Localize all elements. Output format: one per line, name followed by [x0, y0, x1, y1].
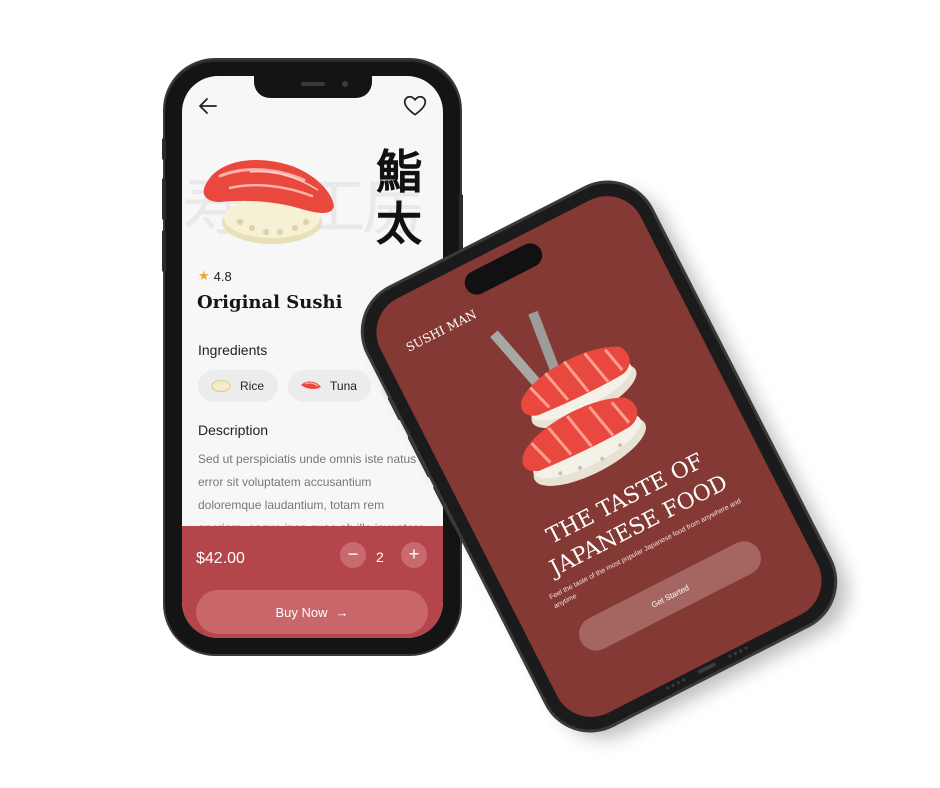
- phone-side-button: [162, 230, 166, 272]
- rating: ★ 4.8: [198, 268, 232, 284]
- rice-icon: [211, 380, 231, 392]
- quantity-value: 2: [376, 549, 384, 565]
- decrease-quantity-button[interactable]: −: [340, 542, 366, 568]
- ingredient-chip-tuna[interactable]: Tuna: [288, 370, 371, 402]
- tuna-icon: [301, 381, 322, 390]
- product-title: Original Sushi: [197, 292, 343, 313]
- star-icon: ★: [198, 268, 210, 283]
- phone-side-button: [162, 178, 166, 220]
- rating-value: 4.8: [213, 268, 232, 284]
- dynamic-island: [460, 239, 547, 299]
- increase-quantity-button[interactable]: +: [401, 542, 427, 568]
- kanji-title: 鮨 太: [376, 145, 422, 251]
- heart-icon[interactable]: [402, 93, 428, 119]
- buy-now-button[interactable]: Buy Now →: [196, 590, 428, 634]
- front-camera: [342, 81, 348, 87]
- ingredients-heading: Ingredients: [198, 342, 268, 358]
- ingredient-name: Rice: [240, 379, 265, 393]
- back-arrow-icon[interactable]: [196, 94, 220, 118]
- phone-side-button: [162, 138, 166, 160]
- sushi-image: [203, 160, 334, 244]
- notch: [254, 76, 372, 98]
- buy-now-label: Buy Now: [275, 604, 328, 620]
- description-heading: Description: [198, 422, 269, 438]
- speaker: [301, 82, 325, 86]
- landing-screen: SUSHI MAN THE TASTE OF JAPANESE FOOD Fee…: [363, 183, 835, 730]
- ingredient-chip-rice[interactable]: Rice: [198, 370, 279, 402]
- ingredient-name: Tuna: [330, 379, 357, 393]
- phone-power-button: [459, 194, 463, 254]
- price: $42.00: [196, 550, 245, 567]
- arrow-right-icon: →: [335, 604, 349, 620]
- purchase-bar: $42.00 − 2 + Buy Now →: [182, 526, 443, 638]
